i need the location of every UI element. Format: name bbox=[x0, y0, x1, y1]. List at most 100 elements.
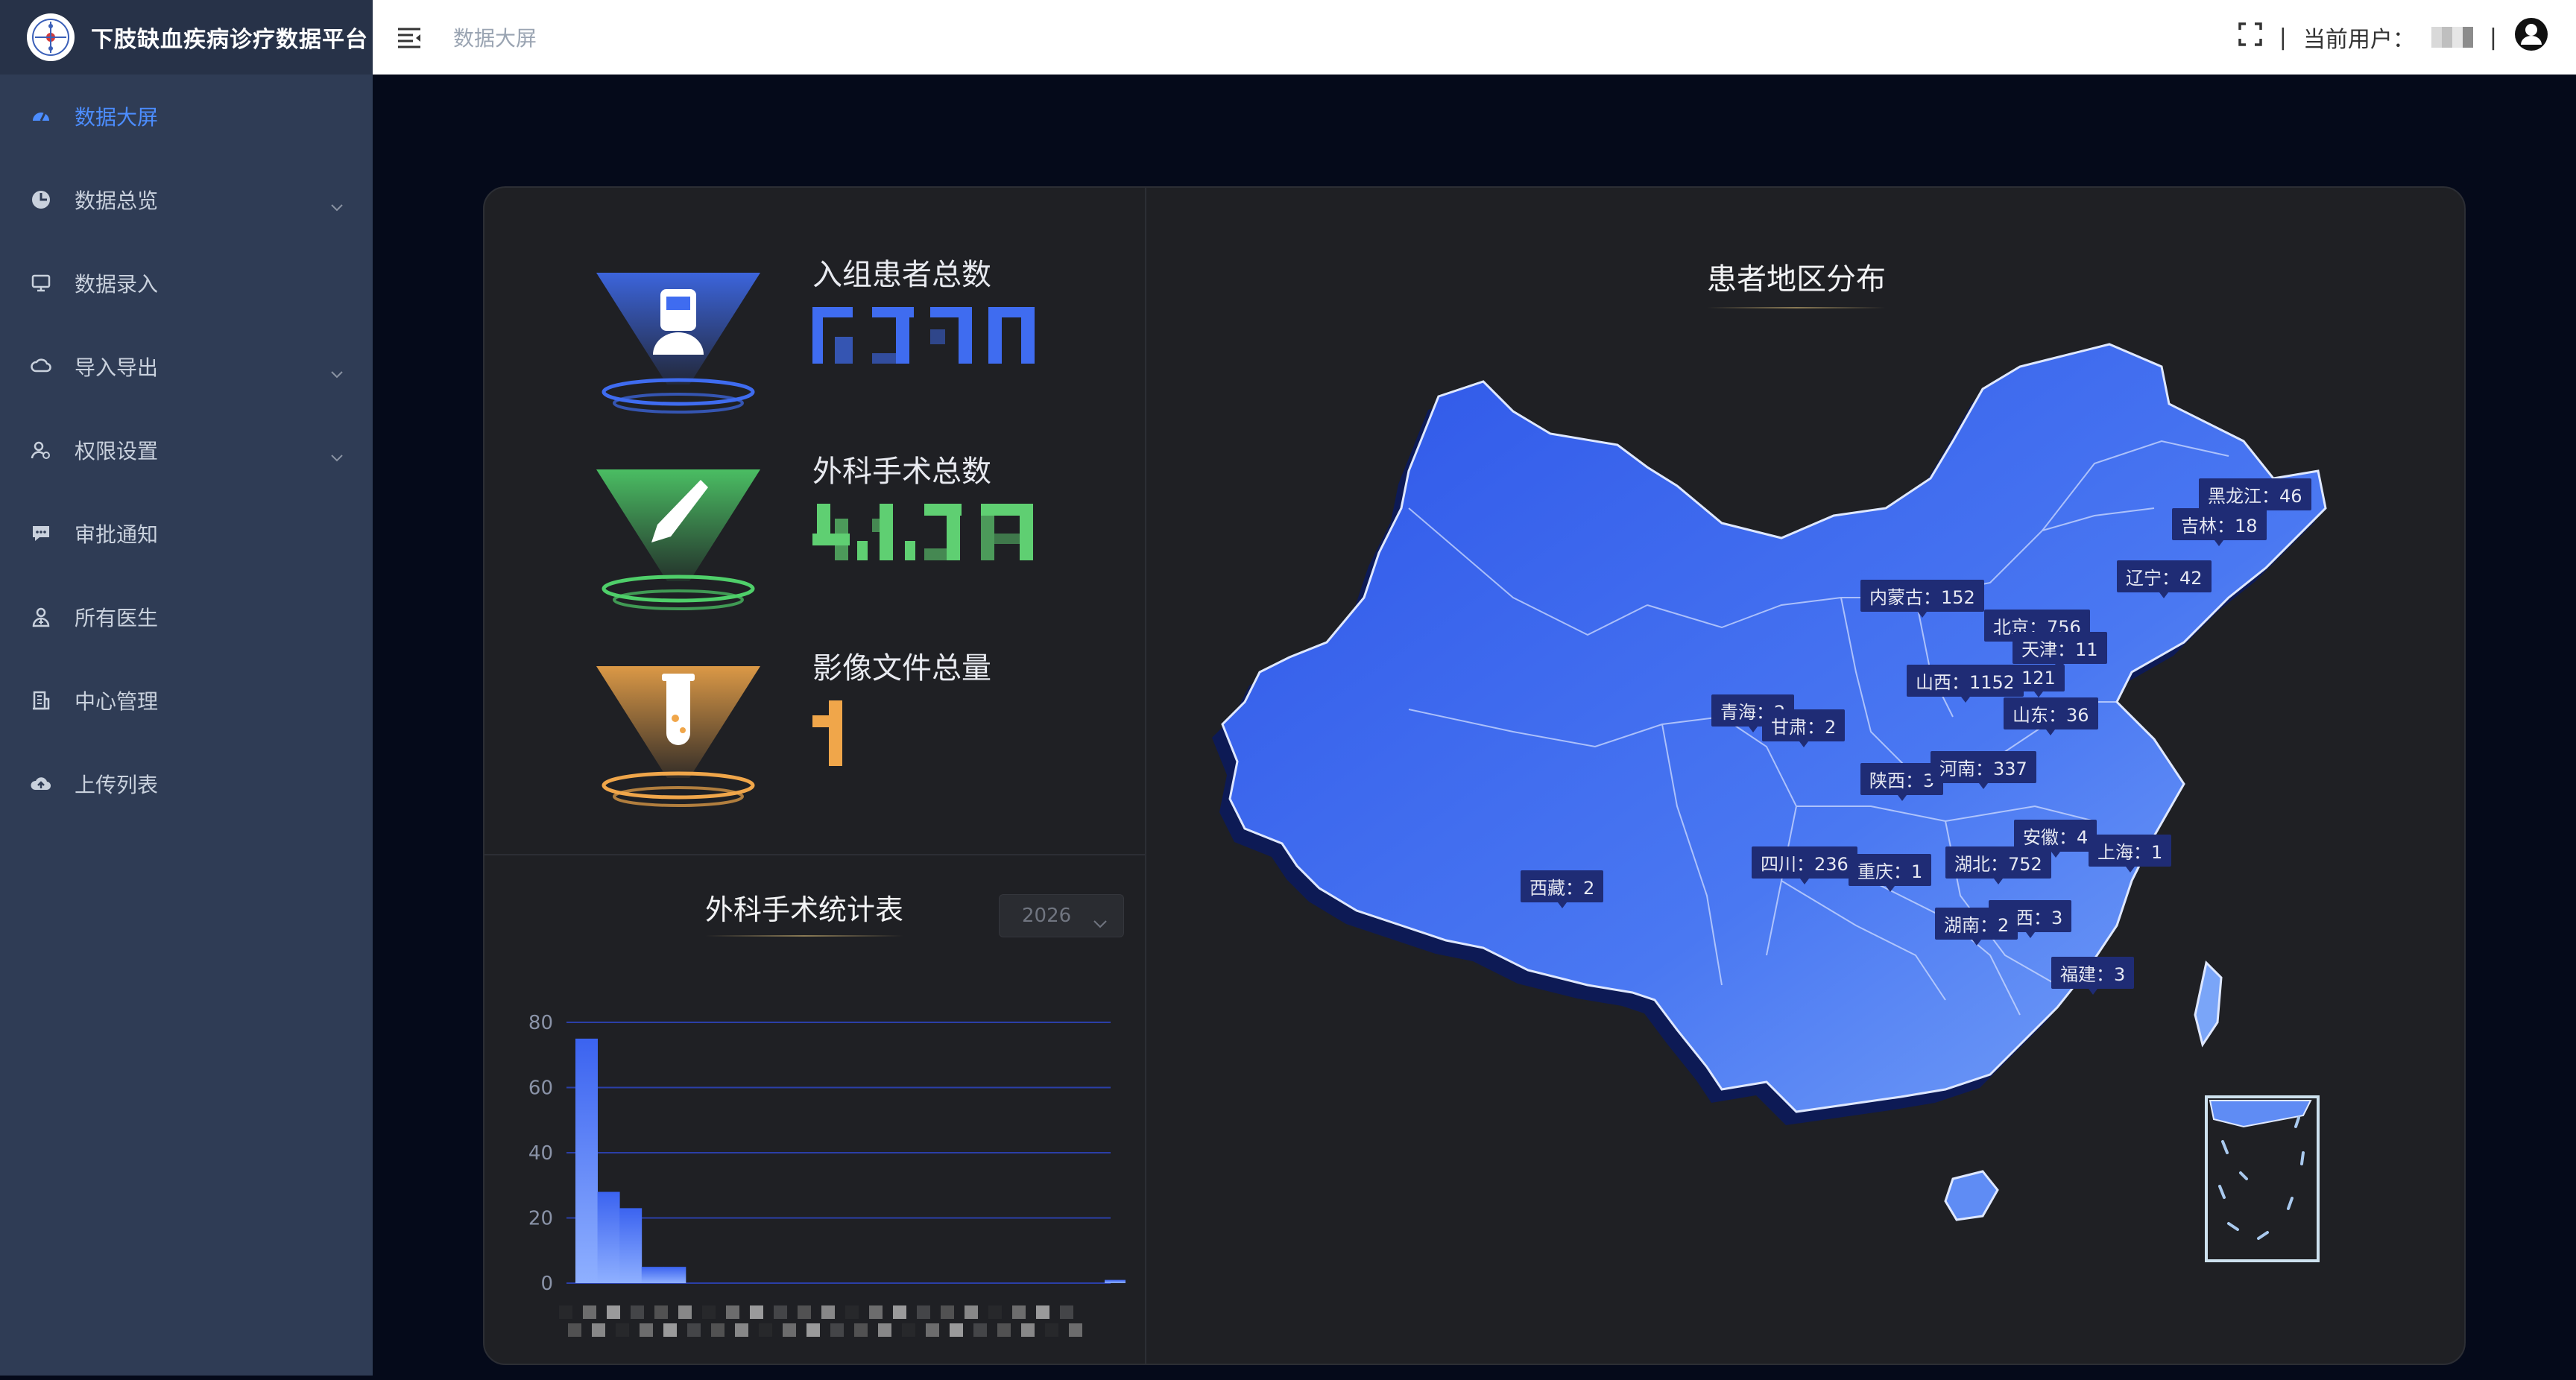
topbar-right: | 当前用户： | bbox=[2238, 16, 2549, 58]
sidebar-menu: 数据大屏 数据总览 数据录入 导入导出 权限设置 审批通知 所有医生 中心管理 … bbox=[0, 75, 373, 826]
y-tick-label: 20 bbox=[528, 1208, 553, 1230]
x-tick-label-masked bbox=[663, 1323, 677, 1337]
sidebar-item-center-management[interactable]: 中心管理 bbox=[0, 659, 373, 742]
sidebar-item-import-export[interactable]: 导入导出 bbox=[0, 325, 373, 408]
province-label[interactable]: 山东：36 bbox=[2004, 697, 2098, 735]
x-tick-label-masked bbox=[702, 1305, 716, 1319]
building-icon bbox=[30, 689, 52, 712]
x-tick-label-masked bbox=[687, 1323, 701, 1337]
x-tick-label-masked bbox=[735, 1323, 748, 1337]
bar[interactable] bbox=[663, 1267, 686, 1283]
y-tick-label: 60 bbox=[528, 1077, 553, 1100]
sidebar-item-label: 数据录入 bbox=[75, 272, 159, 297]
province-label[interactable]: 西藏：2 bbox=[1521, 870, 1604, 908]
x-tick-label-masked bbox=[774, 1305, 787, 1319]
bar[interactable] bbox=[597, 1191, 620, 1284]
stat-label: 入组患者总数 bbox=[812, 258, 991, 292]
x-tick-label-masked bbox=[631, 1305, 644, 1319]
cloud-sync-icon bbox=[30, 355, 52, 378]
x-tick-label-masked bbox=[559, 1305, 572, 1319]
brand-header: 下肢缺血疾病诊疗数据平台 bbox=[0, 0, 373, 75]
overview-icon bbox=[30, 189, 52, 211]
chevron-down-icon bbox=[331, 192, 343, 217]
x-tick-label-masked bbox=[759, 1323, 772, 1337]
x-tick-label-masked bbox=[1045, 1323, 1058, 1337]
province-label[interactable]: 甘肃：2 bbox=[1762, 709, 1846, 747]
province-label[interactable]: 黑龙江：46 bbox=[2199, 478, 2311, 516]
province-label[interactable]: 121 bbox=[2012, 665, 2065, 697]
sidebar-item-label: 上传列表 bbox=[75, 773, 159, 797]
province-label[interactable]: 湖南：2 bbox=[1935, 908, 2018, 946]
surgery-chart-title: 外科手术统计表 bbox=[705, 887, 904, 937]
province-label[interactable]: 天津：11 bbox=[2012, 632, 2107, 670]
sidebar-item-overview[interactable]: 数据总览 bbox=[0, 158, 373, 241]
sidebar-item-approvals[interactable]: 审批通知 bbox=[0, 492, 373, 575]
province-label[interactable]: 福建：3 bbox=[2051, 957, 2135, 995]
x-tick-label-masked bbox=[711, 1323, 724, 1337]
x-tick-label-masked bbox=[893, 1305, 906, 1319]
stat-label: 外科手术总数 bbox=[812, 455, 991, 489]
y-tick-label: 80 bbox=[528, 1012, 553, 1034]
x-tick-label-masked bbox=[616, 1323, 629, 1337]
test-tube-icon bbox=[596, 666, 760, 807]
x-tick-label-masked bbox=[902, 1323, 915, 1337]
bar[interactable] bbox=[641, 1267, 664, 1283]
sidebar-item-dashboard[interactable]: 数据大屏 bbox=[0, 75, 373, 158]
stat-value-masked bbox=[812, 307, 1051, 390]
scalpel-icon bbox=[596, 469, 760, 610]
x-tick-label-masked bbox=[1069, 1323, 1082, 1337]
province-label[interactable]: 重庆：1 bbox=[1849, 854, 1932, 892]
x-tick-label-masked bbox=[783, 1323, 796, 1337]
stat-surgeries: 外科手术总数 bbox=[589, 447, 1126, 641]
x-tick-label-masked bbox=[726, 1305, 739, 1319]
bar[interactable] bbox=[575, 1038, 598, 1283]
sidebar-item-label: 中心管理 bbox=[75, 689, 159, 714]
current-user-label: 当前用户： bbox=[2302, 27, 2415, 53]
sidebar-item-permissions[interactable]: 权限设置 bbox=[0, 408, 373, 492]
x-tick-label-masked bbox=[1021, 1323, 1035, 1337]
x-tick-label-masked bbox=[640, 1323, 653, 1337]
fullscreen-icon[interactable] bbox=[2238, 22, 2263, 53]
x-tick-label-masked bbox=[997, 1323, 1011, 1337]
patient-icon bbox=[596, 273, 760, 414]
sidebar-item-doctors[interactable]: 所有医生 bbox=[0, 575, 373, 659]
province-label[interactable]: 上海：1 bbox=[2089, 835, 2172, 873]
title-underline bbox=[705, 935, 904, 937]
cloud-upload-icon bbox=[30, 773, 52, 795]
year-select[interactable]: 2026 bbox=[999, 894, 1124, 937]
breadcrumb[interactable]: 数据大屏 bbox=[453, 22, 537, 52]
x-tick-label-masked bbox=[607, 1305, 620, 1319]
sidebar-item-upload-list[interactable]: 上传列表 bbox=[0, 742, 373, 826]
province-label[interactable]: 河南：337 bbox=[1931, 751, 2036, 789]
divider-vertical bbox=[1145, 188, 1146, 1364]
x-tick-label-masked bbox=[1060, 1305, 1073, 1319]
dashboard-panel: 入组患者总数 外科手术总数 影像文件总量 外科手术统计表 2026 0 20 4… bbox=[483, 186, 2466, 1365]
province-label[interactable]: 四川：236 bbox=[1752, 846, 1857, 884]
surgery-chart-title-text: 外科手术统计表 bbox=[705, 893, 904, 926]
province-label[interactable]: 内蒙古：152 bbox=[1860, 580, 1984, 618]
current-user-name bbox=[2431, 27, 2473, 48]
sidebar-item-data-entry[interactable]: 数据录入 bbox=[0, 241, 373, 325]
menu-toggle-icon[interactable] bbox=[397, 24, 423, 51]
user-avatar-icon[interactable] bbox=[2513, 16, 2549, 58]
x-tick-label-masked bbox=[845, 1305, 859, 1319]
province-label[interactable]: 辽宁：42 bbox=[2117, 560, 2212, 598]
x-tick-label-masked bbox=[926, 1323, 939, 1337]
brand-title: 下肢缺血疾病诊疗数据平台 bbox=[91, 27, 368, 53]
sidebar-item-label: 审批通知 bbox=[75, 522, 159, 547]
province-label[interactable]: 湖北：752 bbox=[1945, 846, 2051, 884]
province-label[interactable]: 山西：1152 bbox=[1907, 665, 2024, 703]
x-tick-label-masked bbox=[592, 1323, 605, 1337]
stat-value-masked bbox=[812, 700, 1051, 784]
x-tick-label-masked bbox=[821, 1305, 835, 1319]
x-tick-label-masked bbox=[798, 1305, 811, 1319]
sidebar: 下肢缺血疾病诊疗数据平台 数据大屏 数据总览 数据录入 导入导出 权限设置 审批… bbox=[0, 0, 373, 1376]
bar[interactable] bbox=[619, 1208, 643, 1283]
bar[interactable] bbox=[1105, 1279, 1126, 1283]
province-label[interactable]: 吉林：18 bbox=[2172, 508, 2267, 546]
x-tick-label-masked bbox=[583, 1305, 596, 1319]
x-tick-label-masked bbox=[878, 1323, 891, 1337]
y-tick-label: 0 bbox=[540, 1273, 553, 1295]
chat-icon bbox=[30, 522, 52, 545]
x-tick-label-masked bbox=[917, 1305, 930, 1319]
